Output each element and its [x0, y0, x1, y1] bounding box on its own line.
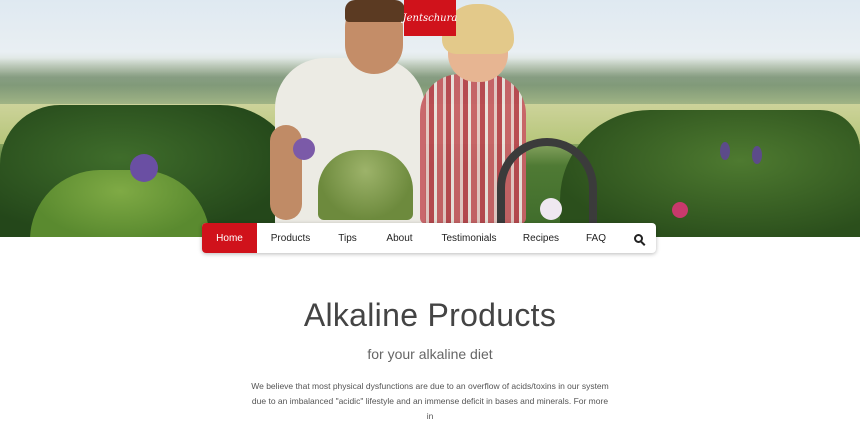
nav-item-label: Testimonials: [441, 232, 497, 244]
page-title: Alkaline Products: [303, 297, 557, 333]
nav-item-label: FAQ: [585, 232, 606, 244]
nav-item-label: Products: [270, 232, 311, 244]
intro-line: due to an imbalanced "acidic" lifestyle …: [251, 396, 609, 421]
flower: [720, 142, 730, 160]
nav-item-faq[interactable]: FAQ: [572, 223, 620, 253]
brand-logo[interactable]: Jentschura: [402, 0, 458, 36]
flower: [130, 154, 158, 182]
nav-item-products[interactable]: Products: [257, 223, 324, 253]
main-nav: Home Products Tips About Testimonials Re…: [202, 223, 656, 253]
nav-item-label: Home: [216, 232, 243, 244]
nav-item-about[interactable]: About: [371, 223, 428, 253]
hero-man-hair: [345, 0, 405, 22]
hero-hedge-right: [560, 110, 860, 237]
nav-item-testimonials[interactable]: Testimonials: [428, 223, 510, 253]
hero-banner: Jentschura: [0, 0, 860, 237]
brand-logo-text: Jentschura: [402, 12, 458, 24]
flower: [293, 138, 315, 160]
flower: [752, 146, 762, 164]
nav-item-tips[interactable]: Tips: [324, 223, 371, 253]
flower: [672, 202, 688, 218]
page-subtitle: for your alkaline diet: [367, 346, 493, 362]
nav-search-button[interactable]: [620, 223, 656, 253]
nav-item-home[interactable]: Home: [202, 223, 257, 253]
flower: [540, 198, 562, 220]
intro-text: We believe that most physical dysfunctio…: [250, 379, 610, 424]
intro-line: We believe that most physical dysfunctio…: [251, 381, 609, 391]
nav-item-label: About: [386, 232, 413, 244]
search-icon: [633, 233, 643, 243]
nav-item-label: Tips: [338, 232, 357, 244]
nav-item-label: Recipes: [522, 232, 560, 244]
nav-item-recipes[interactable]: Recipes: [510, 223, 572, 253]
hero-plant: [318, 150, 413, 220]
